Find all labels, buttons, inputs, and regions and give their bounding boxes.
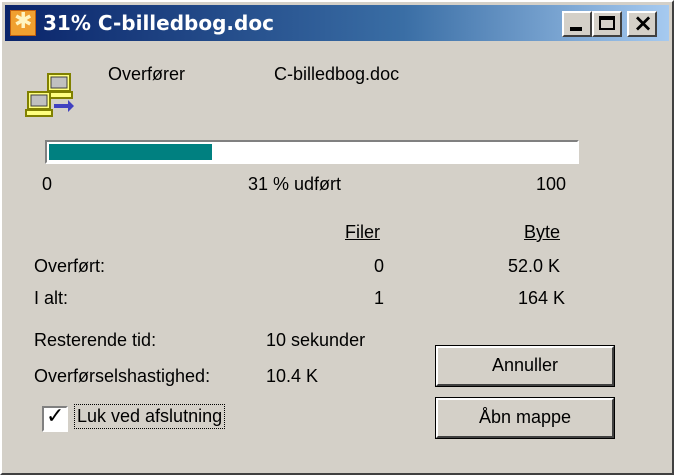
- total-label: I alt:: [34, 288, 69, 308]
- open-folder-button[interactable]: Åbn mappe: [435, 397, 615, 439]
- checkmark-icon: ✓: [46, 404, 65, 429]
- total-files-value: 1: [374, 288, 385, 308]
- transfer-status-label: Overfører: [108, 64, 186, 84]
- title-bar[interactable]: 31% C-billedbog.doc ×: [5, 5, 669, 41]
- progress-bar-fill: [49, 144, 212, 160]
- close-on-finish-label[interactable]: Luk ved afslutning: [74, 404, 226, 429]
- transfer-file-name: C-billedbog.doc: [274, 64, 400, 84]
- files-column-header: Filer: [345, 222, 380, 242]
- transfer-speed-value: 10.4 K: [266, 366, 319, 386]
- close-button[interactable]: ×: [627, 9, 657, 37]
- transferred-label: Overført:: [34, 256, 105, 276]
- transfer-dialog-window: 31% C-billedbog.doc × Overfører C-billed…: [0, 0, 674, 475]
- progress-min-label: 0: [42, 174, 53, 194]
- maximize-icon: [599, 16, 615, 30]
- transfer-star-icon: [10, 9, 36, 36]
- window-title: 31% C-billedbog.doc: [43, 11, 274, 35]
- minimize-button[interactable]: [562, 11, 592, 37]
- progress-bar: [45, 140, 579, 164]
- close-on-finish-checkbox[interactable]: ✓: [42, 404, 68, 432]
- bytes-column-header: Byte: [524, 222, 561, 242]
- close-icon: ×: [633, 9, 654, 37]
- transferred-bytes-value: 52.0 K: [508, 256, 561, 276]
- cancel-button[interactable]: Annuller: [435, 345, 615, 387]
- progress-max-label: 100: [536, 174, 567, 194]
- time-remaining-label: Resterende tid:: [34, 330, 157, 350]
- maximize-button[interactable]: [592, 11, 622, 37]
- time-remaining-value: 10 sekunder: [266, 330, 366, 350]
- minimize-icon: [570, 27, 582, 31]
- transfer-speed-label: Overførselshastighed:: [34, 366, 211, 386]
- transferred-files-value: 0: [374, 256, 385, 276]
- progress-percent-label: 31 % udført: [248, 174, 342, 194]
- total-bytes-value: 164 K: [518, 288, 566, 308]
- computers-transfer-icon: [25, 73, 74, 117]
